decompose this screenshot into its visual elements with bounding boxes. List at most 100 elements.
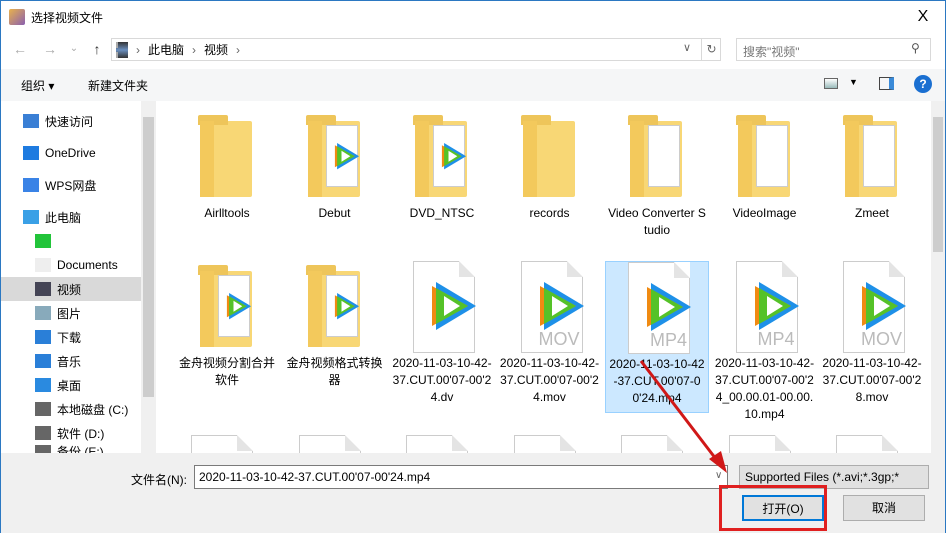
iqiyi-icon [35,234,51,248]
item-label: DVD_NTSC [409,206,475,220]
breadcrumb-separator: › [236,42,241,57]
search-input[interactable]: 搜索"视频" [736,38,931,61]
star-icon [23,114,39,128]
folder-item[interactable]: Debut [283,111,387,222]
file-item[interactable] [836,435,898,453]
desktop-icon [35,378,51,392]
folder-icon [837,111,907,201]
file-item[interactable]: 2020-11-03-10-42-37.CUT.00'07-00'24.dv [390,261,494,406]
sidebar-item[interactable] [1,229,141,253]
search-icon[interactable]: ⚲ [911,41,920,55]
folder-item[interactable]: VideoImage [713,111,817,222]
file-item[interactable] [406,435,468,453]
sidebar-item[interactable]: 软件 (D:) [1,421,141,445]
sidebar-item[interactable]: OneDrive [1,141,141,165]
title-bar [1,1,945,33]
file-item[interactable]: MP4 2020-11-03-10-42-37.CUT.00'07-00'24_0… [713,261,817,423]
sidebar-item[interactable]: 下载 [1,325,141,349]
sidebar-item[interactable]: 桌面 [1,373,141,397]
sidebar-item-label: OneDrive [45,146,96,160]
folder-item[interactable]: Video Converter Studio [605,111,709,239]
view-options-icon[interactable] [824,78,838,89]
sidebar-item[interactable]: 此电脑 [1,205,141,229]
forward-button[interactable]: → [41,40,59,58]
address-dropdown-icon[interactable]: ∨ [683,41,691,54]
window-title: 选择视频文件 [31,11,104,25]
item-label: VideoImage [732,206,797,220]
sidebar-scrollbar[interactable] [141,101,156,453]
item-label: records [529,206,570,220]
sidebar-item-label: 视频 [57,282,82,297]
sidebar-item-label: 本地磁盘 (C:) [57,402,129,417]
item-label: 2020-11-03-10-42-37.CUT.00'07-00'24.dv [392,356,492,404]
file-item[interactable]: MOV 2020-11-03-10-42-37.CUT.00'07-00'28.m… [820,261,924,406]
folder-item[interactable]: DVD_NTSC [390,111,494,222]
breadcrumb-separator: › [136,42,140,57]
item-label: Video Converter Studio [608,206,706,237]
item-label: 2020-11-03-10-42-37.CUT.00'07-00'28.mov [822,356,922,404]
picture-icon [35,306,51,320]
drive-icon [35,426,51,440]
sidebar-item[interactable]: Documents [1,253,141,277]
wps-cloud-icon [23,178,39,192]
item-label: Airlltools [204,206,250,220]
folder-item[interactable]: Zmeet [820,111,924,222]
music-icon [35,354,51,368]
up-button[interactable]: ↑ [88,40,106,58]
sidebar-item[interactable]: 图片 [1,301,141,325]
download-icon [35,330,51,344]
file-item[interactable] [298,435,361,453]
file-list: Airlltools Debut DVD_NTSC records Video Conv… [161,101,931,453]
sidebar-item[interactable]: 本地磁盘 (C:) [1,397,141,421]
cloud-icon [23,146,39,160]
help-button[interactable]: ? [914,75,932,93]
breadcrumb-this-pc[interactable]: 此电脑 [148,41,184,58]
item-label: 金舟视频格式转换器 [286,356,383,387]
file-item[interactable] [621,435,683,453]
cancel-button[interactable]: 取消 [843,495,925,521]
breadcrumb-separator: › [192,42,197,57]
recent-locations-button[interactable]: ⌄ [65,40,83,58]
folder-icon [407,111,477,201]
folder-icon [300,111,370,201]
breadcrumb-videos[interactable]: 视频 [204,41,228,58]
app-icon [9,9,25,25]
folder-item[interactable]: Airlltools [175,111,279,222]
back-button[interactable]: ← [11,40,29,58]
organize-button[interactable]: 组织 ▾ [21,77,54,94]
file-item[interactable] [728,435,791,453]
sidebar-item-label: 快速访问 [45,114,94,129]
file-item[interactable] [191,435,253,453]
sidebar-item-label: Documents [57,258,118,272]
address-bar[interactable]: › 此电脑 › 视频 › [111,38,721,61]
file-item[interactable]: MP4 2020-11-03-10-42-37.CUT.00'07-00'24.m… [605,261,709,413]
folder-item[interactable]: 金舟视频格式转换器 [283,261,387,389]
sidebar-item-label: 桌面 [57,378,82,393]
filename-input[interactable]: 2020-11-03-10-42-37.CUT.00'07-00'24.mp4 [194,465,728,489]
video-file-icon: MP4 [622,262,692,354]
sidebar-item[interactable]: 音乐 [1,349,141,373]
filename-dropdown-icon[interactable]: ∨ [715,470,722,481]
sidebar-item[interactable]: 快速访问 [1,109,141,133]
sidebar-item[interactable]: 视频 [1,277,141,301]
folder-item[interactable]: records [498,111,602,222]
video-file-icon: MOV [837,261,907,353]
video-folder-icon [116,41,128,58]
sidebar-item[interactable]: WPS网盘 [1,173,141,197]
item-label: 2020-11-03-10-42-37.CUT.00'07-00'24.mov [499,356,600,404]
sidebar-item-label: 此电脑 [45,210,82,225]
sidebar-item-label: 软件 (D:) [57,426,105,441]
sidebar-item-label: 下载 [57,330,82,345]
refresh-button[interactable]: ↻ [701,39,721,60]
close-button[interactable]: X [906,5,940,29]
folder-item[interactable]: 金舟视频分割合并软件 [175,261,279,389]
file-list-scrollbar[interactable] [931,101,945,453]
preview-pane-icon[interactable] [879,77,894,90]
video-file-icon: MOV [515,261,585,353]
new-folder-button[interactable]: 新建文件夹 [88,77,148,94]
file-item[interactable]: MOV 2020-11-03-10-42-37.CUT.00'07-00'24.m… [498,261,602,406]
highlight-box [719,485,827,531]
file-item[interactable] [513,435,576,453]
video-file-icon: MP4 [730,261,800,353]
view-dropdown-icon[interactable]: ▼ [849,77,858,87]
